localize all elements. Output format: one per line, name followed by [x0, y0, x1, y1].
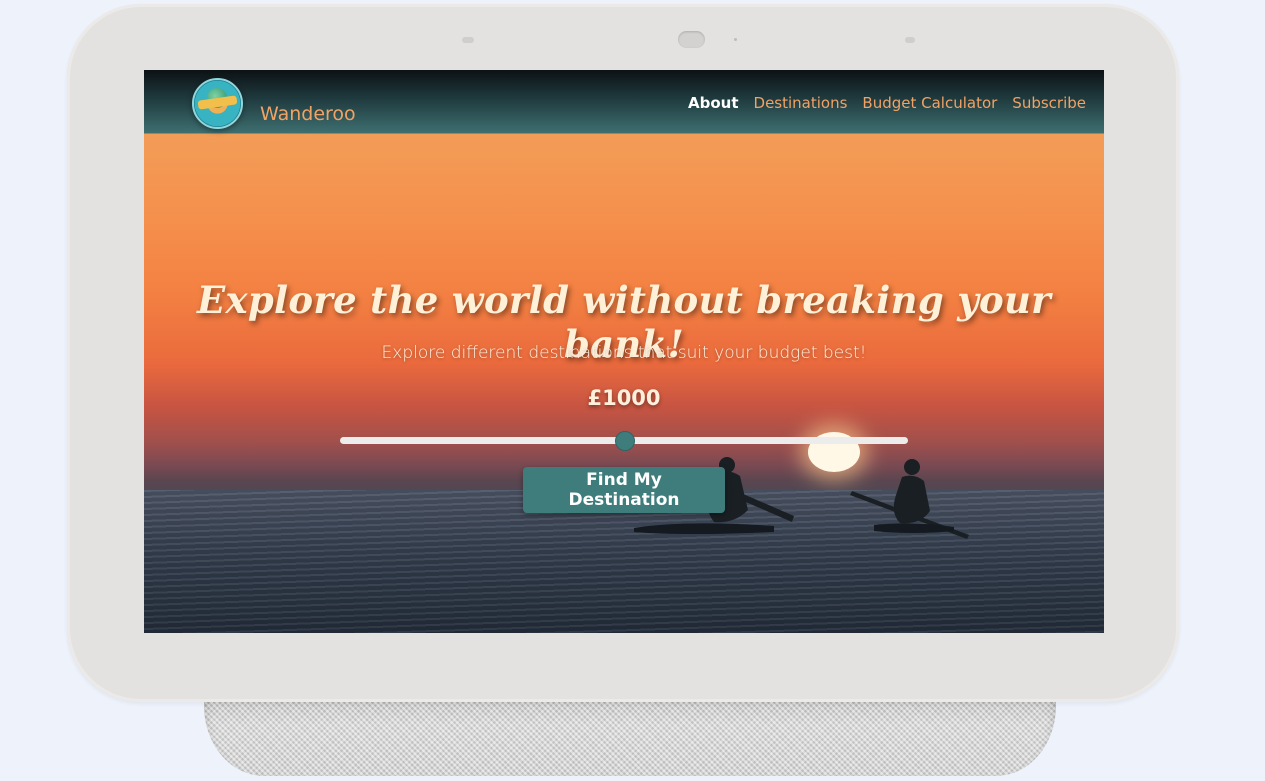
- navbar: Wanderoo About Destinations Budget Calcu…: [144, 70, 1104, 134]
- device-screen: Wanderoo About Destinations Budget Calcu…: [144, 70, 1104, 633]
- hero-subtitle: Explore different destinations that suit…: [381, 343, 867, 363]
- page: Wanderoo About Destinations Budget Calcu…: [0, 0, 1265, 781]
- nav-link-destinations[interactable]: Destinations: [754, 94, 848, 112]
- paddler-silhouette-right: [850, 459, 969, 539]
- budget-value: £1000: [587, 386, 661, 410]
- camera-icon: [678, 31, 705, 48]
- slider-thumb[interactable]: [615, 431, 635, 451]
- speaker-base: [204, 690, 1056, 776]
- sensor-right: [905, 37, 915, 43]
- find-destination-button[interactable]: Find My Destination: [523, 467, 725, 513]
- nav-link-budget-calculator[interactable]: Budget Calculator: [862, 94, 997, 112]
- budget-slider[interactable]: [340, 431, 908, 451]
- nav-link-subscribe[interactable]: Subscribe: [1012, 94, 1086, 112]
- brand-name[interactable]: Wanderoo: [260, 103, 356, 125]
- nav-links: About Destinations Budget Calculator Sub…: [688, 94, 1086, 112]
- sensor-left: [462, 37, 474, 43]
- wanderoo-logo-icon[interactable]: [192, 78, 243, 129]
- light-sensor: [734, 38, 737, 41]
- nav-link-about[interactable]: About: [688, 94, 739, 112]
